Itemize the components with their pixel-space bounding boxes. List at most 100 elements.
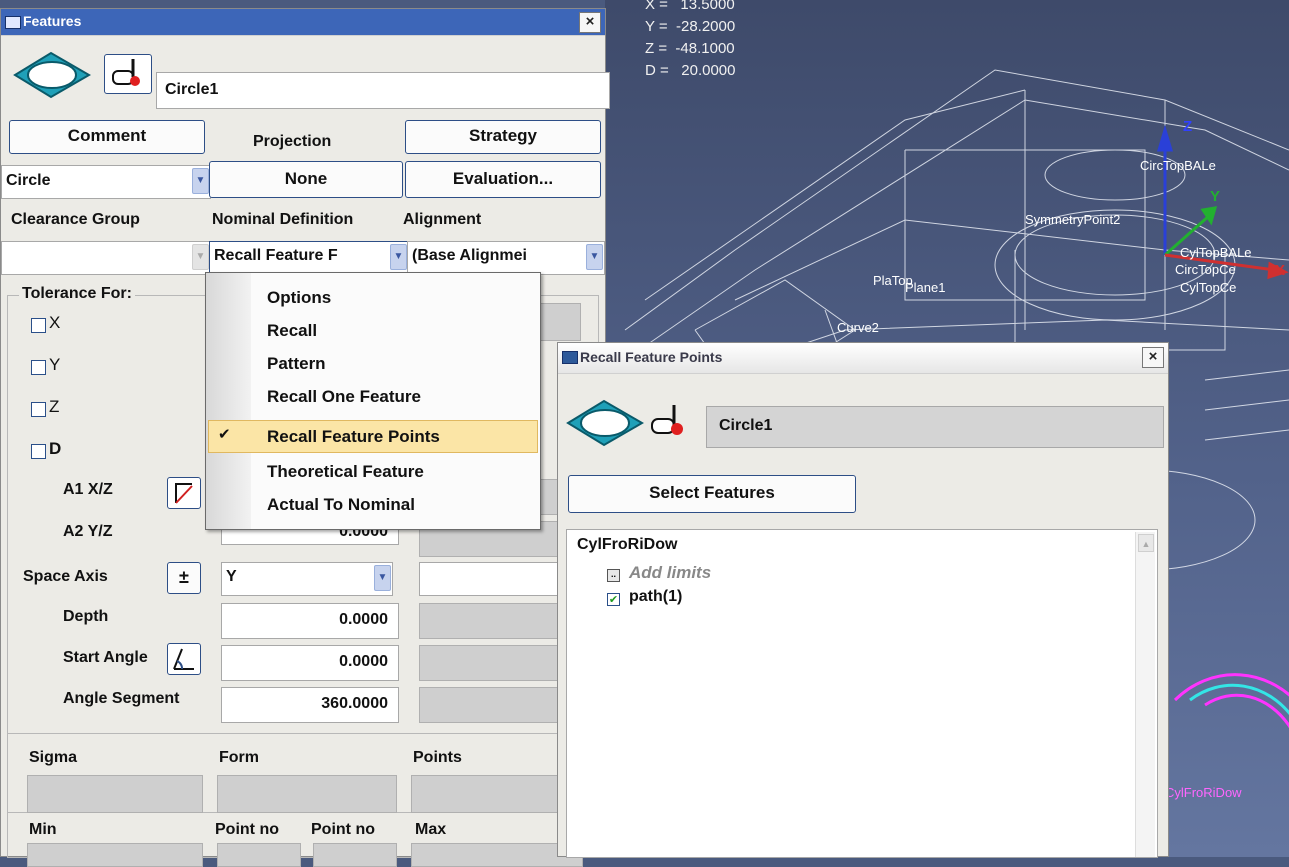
clearance-group-select[interactable]: ▼ [1, 241, 211, 275]
form-field [217, 775, 397, 813]
chevron-down-icon[interactable]: ▼ [374, 565, 391, 591]
sigma-label: Sigma [29, 749, 78, 766]
form-label: Form [219, 749, 259, 766]
add-limits-item[interactable]: Add limits [629, 563, 711, 583]
space-axis-value: Y [226, 568, 237, 585]
path-checkbox[interactable]: ✔ [607, 593, 620, 606]
projection-label: Projection [253, 133, 332, 150]
coord-d-readout: D = 20.0000 [645, 62, 736, 79]
circle-feature-icon [13, 51, 91, 99]
recall-titlebar[interactable]: Recall Feature Points × [558, 343, 1168, 374]
point-no-label: Point no [311, 821, 375, 838]
viewport-label: CircTopBALe [1140, 158, 1216, 173]
space-axis-select[interactable]: Y ▼ [221, 562, 393, 596]
chevron-down-icon[interactable]: ▼ [192, 244, 209, 270]
comment-button[interactable]: Comment [9, 120, 205, 154]
start-angle-field[interactable]: 0.0000 [221, 645, 399, 681]
angle-segment-label: Angle Segment [63, 690, 180, 707]
nominal-definition-menu: Options Recall Pattern Recall One Featur… [205, 272, 541, 530]
plus-minus-button[interactable]: ± [167, 562, 201, 594]
coord-x-readout: X = 13.5000 [645, 0, 735, 13]
depth-label: Depth [63, 608, 109, 625]
axis-x-label: X [1275, 262, 1286, 279]
clearance-group-label: Clearance Group [11, 211, 140, 228]
tol-y-checkbox[interactable] [31, 360, 46, 375]
recall-title: Recall Feature Points [580, 349, 723, 365]
menu-item-recall-feature-points[interactable]: Recall Feature Points [206, 420, 540, 453]
sigma-field [27, 775, 203, 813]
menu-item-recall[interactable]: Recall [206, 314, 540, 347]
viewport-label: Curve2 [837, 320, 879, 335]
select-features-button[interactable]: Select Features [568, 475, 856, 513]
angle-icon [173, 648, 194, 670]
recall-feature-points-window: Recall Feature Points × Circle1 Select F… [557, 342, 1169, 858]
feature-tree[interactable]: CylFroRiDow .. Add limits ✔ path(1) ▲ [566, 529, 1158, 858]
nominal-definition-value: Recall Feature F [214, 247, 338, 264]
start-angle-button[interactable] [167, 643, 201, 675]
depth-field[interactable]: 0.0000 [221, 603, 399, 639]
a1-label: A1 X/Z [63, 481, 113, 498]
tol-y-label: Y [49, 355, 61, 374]
start-angle-label: Start Angle [63, 649, 148, 666]
viewport-label: CylTopCe [1180, 280, 1237, 295]
tree-scrollbar[interactable]: ▲ [1135, 532, 1155, 857]
axis-y-label: Y [1210, 188, 1221, 205]
menu-item-recall-one-feature[interactable]: Recall One Feature [206, 380, 540, 413]
viewport-label: PlaTop [873, 273, 913, 288]
menu-item-theoretical-feature[interactable]: Theoretical Feature [206, 455, 540, 488]
circle-feature-icon [566, 399, 644, 447]
menu-item-pattern[interactable]: Pattern [206, 347, 540, 380]
alignment-value: (Base Alignmei [412, 247, 527, 264]
max-label: Max [415, 821, 447, 838]
feature-type-select[interactable]: Circle ▼ [1, 165, 211, 199]
tol-d-checkbox[interactable] [31, 444, 46, 459]
viewport-label: SymmetryPoint2 [1025, 212, 1121, 227]
tree-root-item[interactable]: CylFroRiDow [577, 536, 677, 554]
angle-segment-field[interactable]: 360.0000 [221, 687, 399, 723]
window-icon [5, 16, 21, 29]
points-label: Points [413, 749, 462, 766]
probe-button[interactable] [104, 54, 152, 94]
nominal-definition-label: Nominal Definition [212, 211, 354, 228]
tol-z-label: Z [49, 397, 60, 416]
min-label: Min [29, 821, 57, 838]
chevron-down-icon[interactable]: ▼ [192, 168, 209, 194]
viewport-label: CylFroRiDow [1165, 785, 1242, 800]
features-titlebar[interactable]: Features × [1, 9, 605, 36]
path-item[interactable]: path(1) [629, 588, 682, 606]
chevron-down-icon[interactable]: ▼ [390, 244, 407, 270]
coord-y-readout: Y = -28.2000 [645, 18, 736, 35]
axis-z-label: Z [1183, 118, 1193, 135]
close-button[interactable]: × [579, 12, 601, 33]
a2-label: A2 Y/Z [63, 523, 113, 540]
alignment-label: Alignment [403, 211, 482, 228]
tol-z-checkbox[interactable] [31, 402, 46, 417]
feature-name-field[interactable]: Circle1 [156, 72, 610, 109]
menu-item-options[interactable]: Options [206, 281, 540, 314]
evaluation-button[interactable]: Evaluation... [405, 161, 601, 198]
space-axis-label: Space Axis [23, 568, 108, 585]
probe-icon [651, 405, 683, 435]
tolerance-for-label: Tolerance For: [19, 285, 135, 303]
point-no-label: Point no [215, 821, 279, 838]
chevron-down-icon[interactable]: ▼ [586, 244, 603, 270]
strategy-button[interactable]: Strategy [405, 120, 601, 154]
min-field [27, 843, 203, 867]
add-limits-icon: .. [607, 569, 620, 582]
probe-icon [112, 59, 140, 86]
viewport-label: CylTopBALe [1180, 245, 1252, 260]
features-title: Features [23, 13, 82, 29]
alignment-select[interactable]: (Base Alignmei ▼ [407, 241, 605, 275]
scroll-up-icon[interactable]: ▲ [1138, 534, 1154, 552]
viewport-label: CircTopCe [1175, 262, 1236, 277]
a1-button[interactable] [167, 477, 201, 509]
tol-x-label: X [49, 313, 61, 332]
close-button[interactable]: × [1142, 347, 1164, 368]
tol-x-checkbox[interactable] [31, 318, 46, 333]
angle-icon [175, 483, 193, 504]
projection-none-button[interactable]: None [209, 161, 403, 198]
min-point-field [217, 843, 301, 867]
feature-type-value: Circle [6, 172, 51, 189]
nominal-definition-select[interactable]: Recall Feature F ▼ [209, 241, 409, 275]
menu-item-actual-to-nominal[interactable]: Actual To Nominal [206, 488, 540, 521]
